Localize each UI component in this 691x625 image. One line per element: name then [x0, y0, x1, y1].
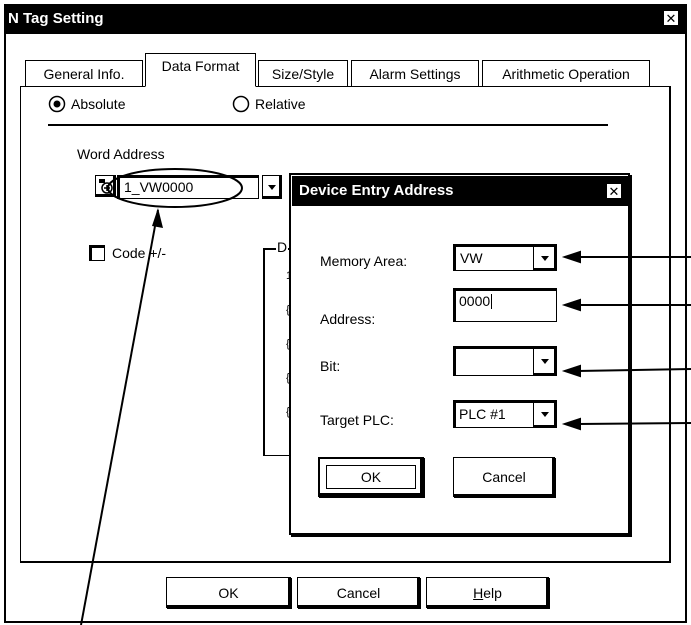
arrow-address	[561, 298, 691, 312]
arrow-bit	[561, 364, 691, 378]
tab-label: Data Format	[161, 58, 240, 74]
annotation-overlay	[80, 168, 691, 625]
arrow-memory-area	[561, 250, 691, 264]
pointer-arrow-word-address	[80, 208, 163, 625]
arrow-target-plc	[561, 417, 691, 431]
tab-data-format[interactable]: Data Format	[145, 53, 256, 87]
word-address-highlight-ellipse	[107, 168, 243, 208]
